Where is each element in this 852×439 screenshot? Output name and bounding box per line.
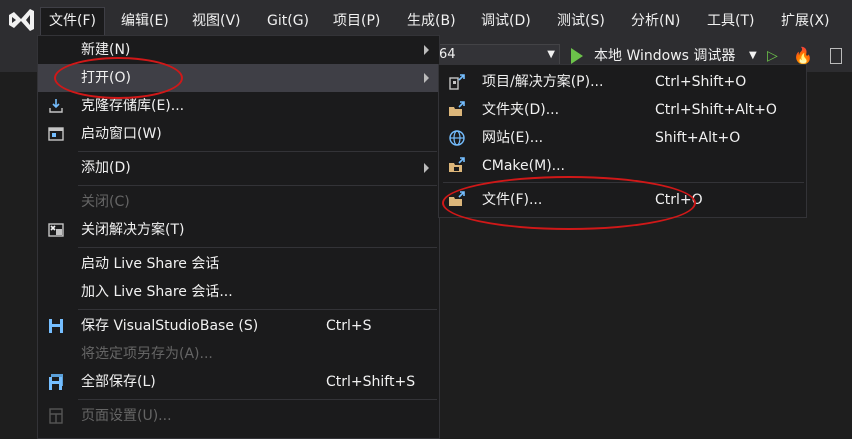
menu-separator <box>78 399 437 400</box>
save-all-icon <box>49 374 63 390</box>
menu-item-label: 将选定项另存为(A)... <box>81 346 213 362</box>
menu-edit[interactable]: 编辑(E) <box>113 8 177 34</box>
menu-item-close-solution[interactable]: 关闭解决方案(T) <box>38 216 439 244</box>
menu-item-label: 克隆存储库(E)... <box>81 98 185 114</box>
chevron-down-icon: ▼ <box>547 49 555 60</box>
menu-item-save[interactable]: 保存 VisualStudioBase (S) Ctrl+S <box>38 312 439 340</box>
submenu-item-label: 文件夹(D)... <box>482 102 560 118</box>
platform-value: 64 <box>439 47 456 62</box>
submenu-item-project-solution[interactable]: 项目/解决方案(P)... Ctrl+Shift+O <box>439 68 806 96</box>
menu-item-label: 全部保存(L) <box>81 374 156 390</box>
menu-debug[interactable]: 调试(D) <box>473 8 539 34</box>
menu-extensions[interactable]: 扩展(X) <box>773 8 838 34</box>
menu-tools[interactable]: 工具(T) <box>699 8 762 34</box>
menu-item-live-share-join[interactable]: 加入 Live Share 会话... <box>38 278 439 306</box>
close-solution-icon <box>48 223 64 237</box>
submenu-item-shortcut: Ctrl+O <box>655 192 703 208</box>
submenu-item-shortcut: Shift+Alt+O <box>655 130 741 146</box>
page-setup-icon <box>49 408 63 424</box>
menu-item-label: 启动 Live Share 会话 <box>81 256 220 272</box>
menu-item-add[interactable]: 添加(D) <box>38 154 439 182</box>
menu-test[interactable]: 测试(S) <box>549 8 613 34</box>
menu-item-label: 页面设置(U)... <box>81 408 172 424</box>
menu-item-label: 新建(N) <box>81 42 131 58</box>
menu-separator <box>78 185 437 186</box>
chevron-right-icon <box>424 73 429 83</box>
save-icon <box>49 319 63 333</box>
hot-reload-icon[interactable]: 🔥 <box>793 46 813 66</box>
menu-item-new[interactable]: 新建(N) <box>38 36 439 64</box>
submenu-item-file[interactable]: 文件(F)... Ctrl+O <box>439 186 806 214</box>
menu-git[interactable]: Git(G) <box>259 8 317 34</box>
submenu-item-label: 项目/解决方案(P)... <box>482 74 604 90</box>
run-debugger-button[interactable]: 本地 Windows 调试器 <box>594 46 735 66</box>
start-window-icon <box>48 127 64 141</box>
menu-project[interactable]: 项目(P) <box>325 8 388 34</box>
chevron-down-icon[interactable]: ▼ <box>749 46 757 66</box>
menu-item-start-window[interactable]: 启动窗口(W) <box>38 120 439 148</box>
menu-item-close[interactable]: 关闭(C) <box>38 188 439 216</box>
menu-bar: 文件(F) 编辑(E) 视图(V) Git(G) 项目(P) 生成(B) 调试(… <box>0 0 852 40</box>
open-project-icon <box>449 74 465 90</box>
clone-download-icon <box>49 99 63 113</box>
menu-item-label: 关闭(C) <box>81 194 130 210</box>
menu-item-shortcut: Ctrl+S <box>326 318 372 334</box>
menu-item-shortcut: Ctrl+Shift+S <box>326 374 416 390</box>
toolbar-icon[interactable] <box>830 48 842 64</box>
menu-item-label: 关闭解决方案(T) <box>81 222 185 238</box>
menu-item-label: 添加(D) <box>81 160 131 176</box>
platform-dropdown[interactable]: 64 ▼ <box>432 44 560 66</box>
submenu-item-shortcut: Ctrl+Shift+Alt+O <box>655 102 777 118</box>
submenu-item-cmake[interactable]: CMake(M)... <box>439 152 806 180</box>
menu-separator <box>78 309 437 310</box>
menu-item-clone-repo[interactable]: 克隆存储库(E)... <box>38 92 439 120</box>
submenu-item-folder[interactable]: 文件夹(D)... Ctrl+Shift+Alt+O <box>439 96 806 124</box>
menu-item-page-setup[interactable]: 页面设置(U)... <box>38 402 439 430</box>
open-folder-icon <box>449 101 465 116</box>
menu-item-save-as[interactable]: 将选定项另存为(A)... <box>38 340 439 368</box>
globe-icon <box>449 130 465 146</box>
start-without-debug-icon[interactable]: ▷ <box>767 47 778 65</box>
menu-item-label: 加入 Live Share 会话... <box>81 284 233 300</box>
file-menu-dropdown: 新建(N) 打开(O) 克隆存储库(E)... 启动窗口(W) 添加(D) 关闭… <box>37 35 440 439</box>
menu-build[interactable]: 生成(B) <box>399 8 464 34</box>
open-submenu: 项目/解决方案(P)... Ctrl+Shift+O 文件夹(D)... Ctr… <box>438 64 807 218</box>
menu-file[interactable]: 文件(F) <box>40 7 105 36</box>
menu-item-label: 启动窗口(W) <box>81 126 162 142</box>
chevron-right-icon <box>424 163 429 173</box>
submenu-item-label: CMake(M)... <box>482 158 566 174</box>
menu-item-open[interactable]: 打开(O) <box>38 64 439 92</box>
menu-item-label: 打开(O) <box>81 70 131 86</box>
submenu-item-website[interactable]: 网站(E)... Shift+Alt+O <box>439 124 806 152</box>
submenu-item-label: 文件(F)... <box>482 192 543 208</box>
menu-separator <box>443 182 804 183</box>
menu-view[interactable]: 视图(V) <box>184 8 249 34</box>
menu-separator <box>78 151 437 152</box>
visual-studio-logo <box>9 9 34 31</box>
menu-separator <box>78 247 437 248</box>
start-debug-icon[interactable] <box>571 48 583 64</box>
open-cmake-icon <box>449 157 465 172</box>
menu-item-live-share-start[interactable]: 启动 Live Share 会话 <box>38 250 439 278</box>
chevron-right-icon <box>424 45 429 55</box>
menu-analyze[interactable]: 分析(N) <box>623 8 688 34</box>
menu-item-save-all[interactable]: 全部保存(L) Ctrl+Shift+S <box>38 368 439 396</box>
open-file-icon <box>449 191 465 206</box>
menu-item-label: 保存 VisualStudioBase (S) <box>81 318 259 334</box>
submenu-item-shortcut: Ctrl+Shift+O <box>655 74 747 90</box>
submenu-item-label: 网站(E)... <box>482 130 544 146</box>
